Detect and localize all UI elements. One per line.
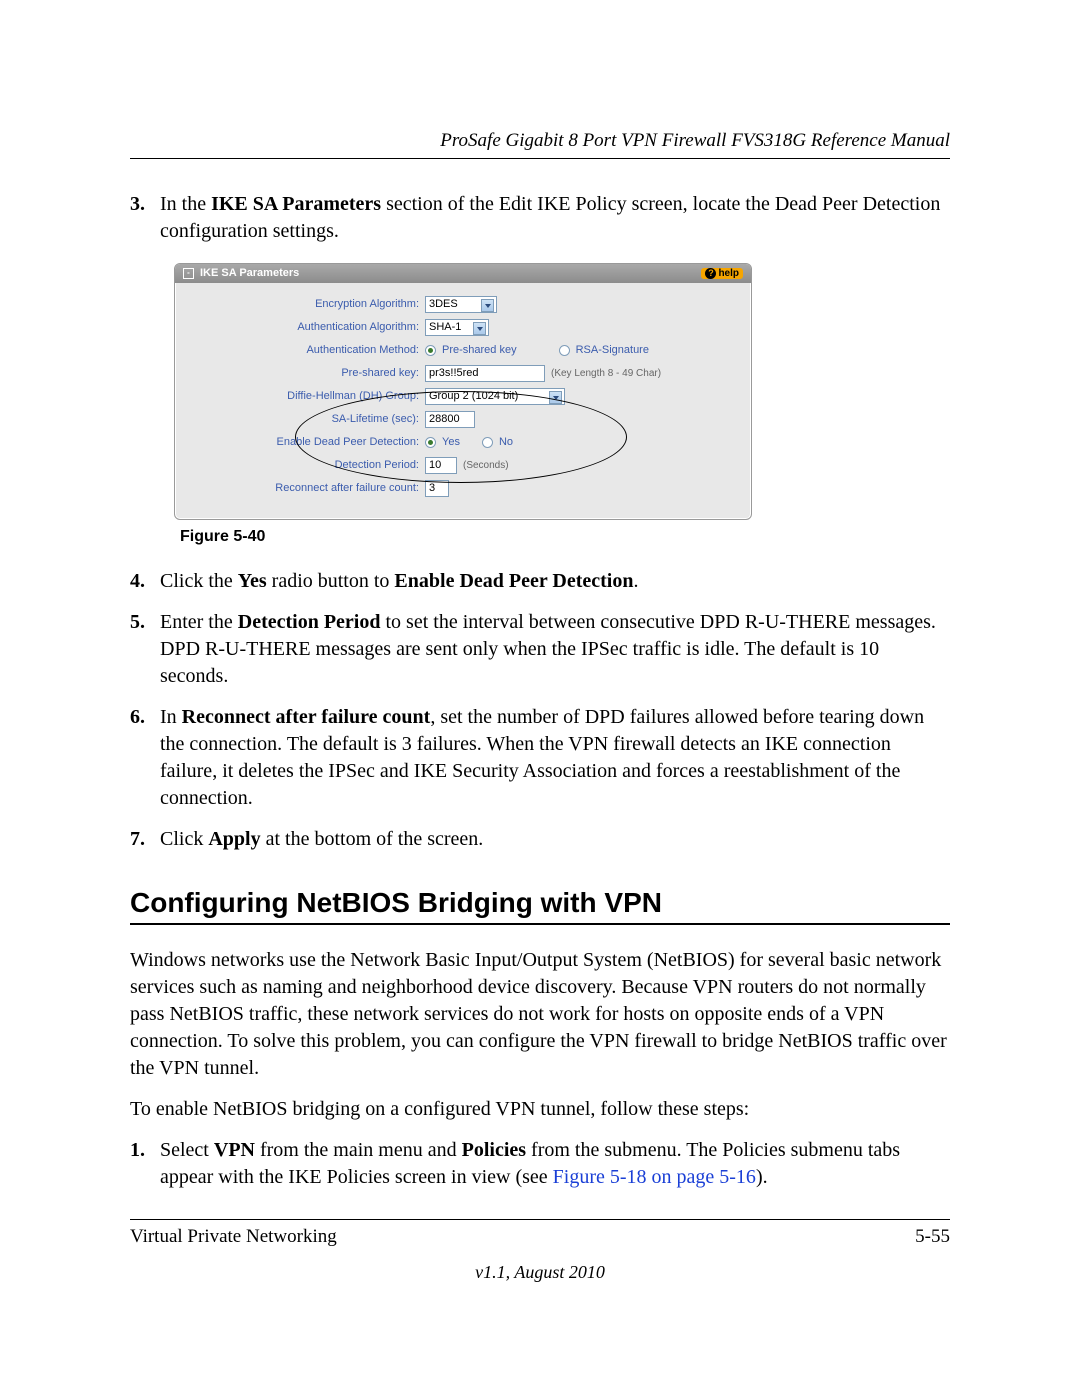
t: radio button to [267,570,395,592]
dh-select[interactable]: Group 2 (1024 bit) [425,388,565,405]
footer-left: Virtual Private Networking [130,1226,337,1248]
row-dh: Diffie-Hellman (DH) Group: Group 2 (1024… [189,386,737,406]
label: Pre-shared key: [189,367,425,379]
label: Reconnect after failure count: [189,482,425,494]
footer-version: v1.1, August 2010 [130,1262,950,1283]
label: Diffie-Hellman (DH) Group: [189,390,425,402]
step-number: 5. [130,609,160,690]
step-number: 6. [130,704,160,812]
row-sa-life: SA-Lifetime (sec): [189,409,737,429]
step-text: Click Apply at the bottom of the screen. [160,826,950,853]
t: Click [160,828,208,850]
panel-title-bar: - IKE SA Parameters help [175,264,751,283]
row-detect-period: Detection Period: (Seconds) [189,455,737,475]
steps-list-2: 1. Select VPN from the main menu and Pol… [130,1137,950,1191]
label: SA-Lifetime (sec): [189,413,425,425]
bold: Reconnect after failure count [182,706,431,728]
step-number: 7. [130,826,160,853]
label: Enable Dead Peer Detection: [189,436,425,448]
bold: Policies [462,1139,526,1161]
label: Authentication Method: [189,344,425,356]
footer: Virtual Private Networking 5-55 [130,1219,950,1248]
t: In the [160,193,211,215]
row-auth-alg: Authentication Algorithm: SHA-1 [189,317,737,337]
step-text: Enter the Detection Period to set the in… [160,609,950,690]
figure-5-40: - IKE SA Parameters help Encryption Algo… [174,263,950,520]
label: Authentication Algorithm: [189,321,425,333]
v: SHA-1 [429,321,461,333]
step-text: In Reconnect after failure count, set th… [160,704,950,812]
step-number: 4. [130,568,160,595]
auth-alg-select[interactable]: SHA-1 [425,319,489,336]
step-7: 7. Click Apply at the bottom of the scre… [130,826,950,853]
label: Encryption Algorithm: [189,298,425,310]
t: . [633,570,638,592]
row-psk: Pre-shared key: (Key Length 8 - 49 Char) [189,363,737,383]
radio-psk[interactable] [425,345,436,356]
step-3: 3. In the IKE SA Parameters section of t… [130,191,950,245]
expand-icon: - IKE SA Parameters [183,267,299,279]
page: ProSafe Gigabit 8 Port VPN Firewall FVS3… [0,0,1080,1397]
step-4: 4. Click the Yes radio button to Enable … [130,568,950,595]
opt-psk: Pre-shared key [442,344,517,356]
radio-dpd-no[interactable] [482,437,493,448]
running-header: ProSafe Gigabit 8 Port VPN Firewall FVS3… [130,130,950,159]
v: 3DES [429,298,458,310]
steps-list-1: 3. In the IKE SA Parameters section of t… [130,191,950,245]
opt-rsa: RSA-Signature [576,344,649,356]
figure-ref-link[interactable]: Figure 5-18 on page 5-16 [553,1166,756,1188]
para-netbios-steps-intro: To enable NetBIOS bridging on a configur… [130,1096,950,1123]
psk-input[interactable] [425,365,545,382]
row-reconnect: Reconnect after failure count: [189,478,737,498]
row-dpd: Enable Dead Peer Detection: Yes No [189,432,737,452]
encryption-select[interactable]: 3DES [425,296,497,313]
step-number: 3. [130,191,160,245]
radio-rsa[interactable] [559,345,570,356]
steps-list-1b: 4. Click the Yes radio button to Enable … [130,568,950,853]
t: ). [756,1166,768,1188]
t: In [160,706,182,728]
bold: Detection Period [238,611,381,633]
ike-sa-parameters-panel: - IKE SA Parameters help Encryption Algo… [174,263,752,520]
figure-caption: Figure 5-40 [180,528,950,546]
opt-no: No [499,436,513,448]
step-1-netbios: 1. Select VPN from the main menu and Pol… [130,1137,950,1191]
step-text: In the IKE SA Parameters section of the … [160,191,950,245]
t: at the bottom of the screen. [261,828,484,850]
step-number: 1. [130,1137,160,1191]
seconds-hint: (Seconds) [463,460,509,471]
step-text: Select VPN from the main menu and Polici… [160,1137,950,1191]
psk-hint: (Key Length 8 - 49 Char) [551,368,661,379]
help-button[interactable]: help [701,268,743,279]
t: Enter the [160,611,238,633]
heading-netbios: Configuring NetBIOS Bridging with VPN [130,887,950,925]
row-encryption: Encryption Algorithm: 3DES [189,294,737,314]
bold: Enable Dead Peer Detection [394,570,633,592]
t: from the main menu and [255,1139,462,1161]
bold: IKE SA Parameters [211,193,381,215]
panel-body: Encryption Algorithm: 3DES Authenticatio… [175,283,751,519]
v: Group 2 (1024 bit) [429,390,518,402]
bold: VPN [214,1139,255,1161]
step-5: 5. Enter the Detection Period to set the… [130,609,950,690]
label: Detection Period: [189,459,425,471]
reconnect-count-input[interactable] [425,480,449,497]
step-text: Click the Yes radio button to Enable Dea… [160,568,950,595]
step-6: 6. In Reconnect after failure count, set… [130,704,950,812]
panel-title-text: IKE SA Parameters [200,267,299,279]
t: Select [160,1139,214,1161]
row-auth-method: Authentication Method: Pre-shared key RS… [189,340,737,360]
detection-period-input[interactable] [425,457,457,474]
radio-dpd-yes[interactable] [425,437,436,448]
para-netbios-intro: Windows networks use the Network Basic I… [130,947,950,1082]
sa-lifetime-input[interactable] [425,411,475,428]
t: Click the [160,570,238,592]
bold: Yes [238,570,267,592]
opt-yes: Yes [442,436,460,448]
footer-right: 5-55 [915,1226,950,1248]
bold: Apply [208,828,260,850]
